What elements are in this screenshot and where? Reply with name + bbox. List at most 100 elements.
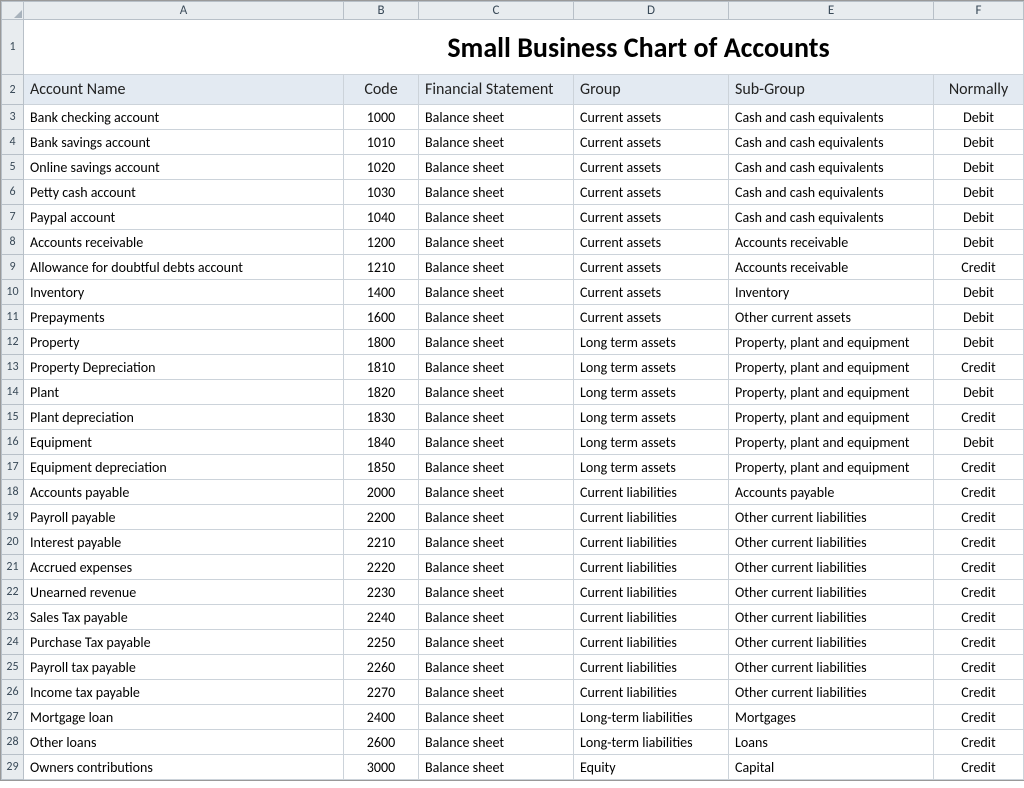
cell-code[interactable]: 2210 (344, 530, 419, 555)
cell-group[interactable]: Current assets (574, 155, 729, 180)
row-head[interactable]: 10 (2, 280, 24, 305)
cell-fs[interactable]: Balance sheet (419, 205, 574, 230)
cell-subgroup[interactable]: Cash and cash equivalents (729, 155, 934, 180)
col-head-f[interactable]: F (934, 2, 1024, 20)
cell-a1[interactable] (24, 20, 344, 75)
cell-name[interactable]: Interest payable (24, 530, 344, 555)
cell-norm[interactable]: Debit (934, 205, 1024, 230)
cell-f1[interactable] (934, 20, 1024, 75)
row-head[interactable]: 26 (2, 680, 24, 705)
cell-code[interactable]: 1210 (344, 255, 419, 280)
cell-norm[interactable]: Credit (934, 530, 1024, 555)
row-head[interactable]: 23 (2, 605, 24, 630)
cell-norm[interactable]: Credit (934, 705, 1024, 730)
cell-code[interactable]: 1820 (344, 380, 419, 405)
cell-fs[interactable]: Balance sheet (419, 380, 574, 405)
cell-fs[interactable]: Balance sheet (419, 330, 574, 355)
row-head-1[interactable]: 1 (2, 20, 24, 75)
cell-subgroup[interactable]: Other current liabilities (729, 505, 934, 530)
row-head[interactable]: 16 (2, 430, 24, 455)
cell-subgroup[interactable]: Property, plant and equipment (729, 355, 934, 380)
col-head-a[interactable]: A (24, 2, 344, 20)
cell-subgroup[interactable]: Accounts receivable (729, 230, 934, 255)
cell-code[interactable]: 1850 (344, 455, 419, 480)
cell-name[interactable]: Property Depreciation (24, 355, 344, 380)
cell-group[interactable]: Long term assets (574, 380, 729, 405)
cell-subgroup[interactable]: Other current liabilities (729, 655, 934, 680)
cell-name[interactable]: Owners contributions (24, 755, 344, 780)
cell-name[interactable]: Other loans (24, 730, 344, 755)
cell-code[interactable]: 1400 (344, 280, 419, 305)
cell-code[interactable]: 2200 (344, 505, 419, 530)
cell-group[interactable]: Current assets (574, 205, 729, 230)
title-cell[interactable]: Small Business Chart of Accounts (344, 20, 934, 75)
cell-group[interactable]: Current assets (574, 105, 729, 130)
cell-subgroup[interactable]: Other current liabilities (729, 580, 934, 605)
cell-name[interactable]: Allowance for doubtful debts account (24, 255, 344, 280)
col-head-c[interactable]: C (419, 2, 574, 20)
row-head[interactable]: 27 (2, 705, 24, 730)
cell-norm[interactable]: Debit (934, 105, 1024, 130)
header-subgroup[interactable]: Sub-Group (729, 75, 934, 105)
row-head[interactable]: 9 (2, 255, 24, 280)
cell-code[interactable]: 2400 (344, 705, 419, 730)
cell-fs[interactable]: Balance sheet (419, 655, 574, 680)
header-name[interactable]: Account Name (24, 75, 344, 105)
cell-group[interactable]: Current liabilities (574, 505, 729, 530)
cell-group[interactable]: Current liabilities (574, 480, 729, 505)
cell-name[interactable]: Payroll tax payable (24, 655, 344, 680)
cell-norm[interactable]: Credit (934, 730, 1024, 755)
cell-name[interactable]: Prepayments (24, 305, 344, 330)
cell-group[interactable]: Current liabilities (574, 655, 729, 680)
cell-subgroup[interactable]: Other current liabilities (729, 605, 934, 630)
cell-group[interactable]: Long term assets (574, 355, 729, 380)
cell-norm[interactable]: Credit (934, 255, 1024, 280)
cell-subgroup[interactable]: Property, plant and equipment (729, 430, 934, 455)
cell-fs[interactable]: Balance sheet (419, 630, 574, 655)
cell-code[interactable]: 1600 (344, 305, 419, 330)
cell-code[interactable]: 1000 (344, 105, 419, 130)
row-head[interactable]: 7 (2, 205, 24, 230)
cell-group[interactable]: Long term assets (574, 330, 729, 355)
cell-group[interactable]: Current assets (574, 280, 729, 305)
cell-group[interactable]: Current assets (574, 305, 729, 330)
cell-norm[interactable]: Debit (934, 380, 1024, 405)
cell-code[interactable]: 1030 (344, 180, 419, 205)
cell-subgroup[interactable]: Cash and cash equivalents (729, 180, 934, 205)
row-head[interactable]: 6 (2, 180, 24, 205)
cell-name[interactable]: Accrued expenses (24, 555, 344, 580)
cell-group[interactable]: Long term assets (574, 405, 729, 430)
cell-norm[interactable]: Debit (934, 180, 1024, 205)
cell-name[interactable]: Equipment (24, 430, 344, 455)
cell-name[interactable]: Petty cash account (24, 180, 344, 205)
cell-code[interactable]: 2220 (344, 555, 419, 580)
cell-fs[interactable]: Balance sheet (419, 730, 574, 755)
cell-name[interactable]: Plant depreciation (24, 405, 344, 430)
cell-subgroup[interactable]: Cash and cash equivalents (729, 105, 934, 130)
cell-code[interactable]: 2600 (344, 730, 419, 755)
cell-fs[interactable]: Balance sheet (419, 505, 574, 530)
cell-fs[interactable]: Balance sheet (419, 355, 574, 380)
cell-fs[interactable]: Balance sheet (419, 555, 574, 580)
cell-group[interactable]: Current assets (574, 255, 729, 280)
cell-norm[interactable]: Credit (934, 555, 1024, 580)
cell-name[interactable]: Income tax payable (24, 680, 344, 705)
cell-code[interactable]: 1010 (344, 130, 419, 155)
row-head[interactable]: 24 (2, 630, 24, 655)
cell-group[interactable]: Current assets (574, 180, 729, 205)
cell-subgroup[interactable]: Property, plant and equipment (729, 405, 934, 430)
row-head[interactable]: 8 (2, 230, 24, 255)
cell-name[interactable]: Paypal account (24, 205, 344, 230)
cell-group[interactable]: Equity (574, 755, 729, 780)
row-head[interactable]: 4 (2, 130, 24, 155)
cell-fs[interactable]: Balance sheet (419, 105, 574, 130)
row-head[interactable]: 22 (2, 580, 24, 605)
cell-subgroup[interactable]: Accounts receivable (729, 255, 934, 280)
cell-code[interactable]: 2250 (344, 630, 419, 655)
cell-norm[interactable]: Credit (934, 605, 1024, 630)
cell-fs[interactable]: Balance sheet (419, 230, 574, 255)
cell-code[interactable]: 2230 (344, 580, 419, 605)
cell-fs[interactable]: Balance sheet (419, 180, 574, 205)
cell-fs[interactable]: Balance sheet (419, 405, 574, 430)
cell-fs[interactable]: Balance sheet (419, 580, 574, 605)
